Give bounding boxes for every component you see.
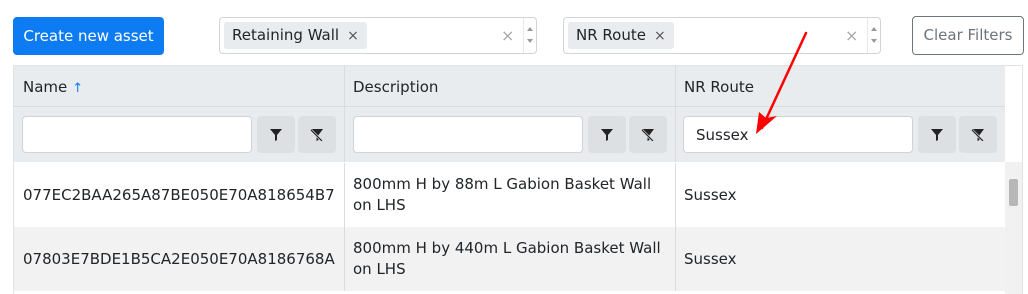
filter-icon (270, 128, 282, 141)
name-filter-button[interactable] (257, 116, 295, 153)
clear-filters-button[interactable]: Clear Filters (912, 16, 1024, 55)
cell-description: 800mm H by 440m L Gabion Basket Wall on … (353, 239, 661, 278)
filter-icon (601, 128, 613, 141)
asset-type-multiselect[interactable]: Retaining Wall × × (219, 17, 537, 54)
header-divider (14, 106, 1005, 107)
clear-selection-icon[interactable]: × (501, 26, 514, 46)
asset-grid: Name↑ Description NR Route 077EC2BAA (13, 65, 1023, 294)
description-filter-input[interactable] (353, 116, 583, 153)
table-row[interactable]: 077EC2BAA265A87BE050E70A818654B7 800mm H… (14, 163, 1005, 227)
clear-selection-icon[interactable]: × (845, 26, 858, 46)
name-clear-filter-button[interactable] (298, 116, 336, 153)
description-filter-button[interactable] (588, 116, 626, 153)
route-clear-filter-button[interactable] (959, 116, 997, 153)
route-filter-input[interactable] (683, 116, 913, 153)
create-new-asset-button[interactable]: Create new asset (13, 17, 164, 55)
clear-filter-icon (641, 128, 654, 141)
column-header-route[interactable]: NR Route (684, 77, 754, 97)
column-header-description[interactable]: Description (353, 77, 438, 97)
route-multiselect[interactable]: NR Route × × (563, 17, 881, 54)
asset-type-chip-label: Retaining Wall (232, 26, 340, 44)
column-header-name[interactable]: Name ↑ (23, 77, 83, 99)
cell-route: Sussex (684, 249, 737, 268)
header-scroll-gutter (1005, 66, 1022, 162)
spinner-icon[interactable] (523, 18, 537, 53)
filter-icon (931, 128, 943, 141)
remove-chip-icon[interactable]: × (654, 23, 666, 50)
name-filter-input[interactable] (22, 116, 252, 153)
cell-name: 07803E7BDE1B5CA2E050E70A8186768A (23, 249, 335, 268)
clear-filter-icon (310, 128, 323, 141)
cell-route: Sussex (684, 185, 737, 204)
remove-chip-icon[interactable]: × (347, 23, 359, 50)
scrollbar-thumb[interactable] (1009, 179, 1018, 206)
column-divider[interactable] (675, 66, 676, 162)
sort-asc-icon[interactable]: ↑ (72, 81, 83, 96)
asset-type-chip: Retaining Wall × (224, 22, 367, 49)
route-chip-label: NR Route (576, 26, 646, 44)
grid-header: Name ↑ Description NR Route (14, 66, 1005, 162)
spinner-icon[interactable] (867, 18, 881, 53)
cell-name: 077EC2BAA265A87BE050E70A818654B7 (23, 185, 335, 204)
table-row[interactable]: 07803E7BDE1B5CA2E050E70A8186768A 800mm H… (14, 227, 1005, 291)
route-filter-button[interactable] (918, 116, 956, 153)
column-divider[interactable] (344, 66, 345, 162)
clear-filter-icon (971, 128, 984, 141)
description-clear-filter-button[interactable] (629, 116, 667, 153)
vertical-scrollbar[interactable] (1005, 162, 1022, 294)
cell-description: 800mm H by 88m L Gabion Basket Wall on L… (353, 175, 652, 214)
route-chip: NR Route × (568, 22, 674, 49)
